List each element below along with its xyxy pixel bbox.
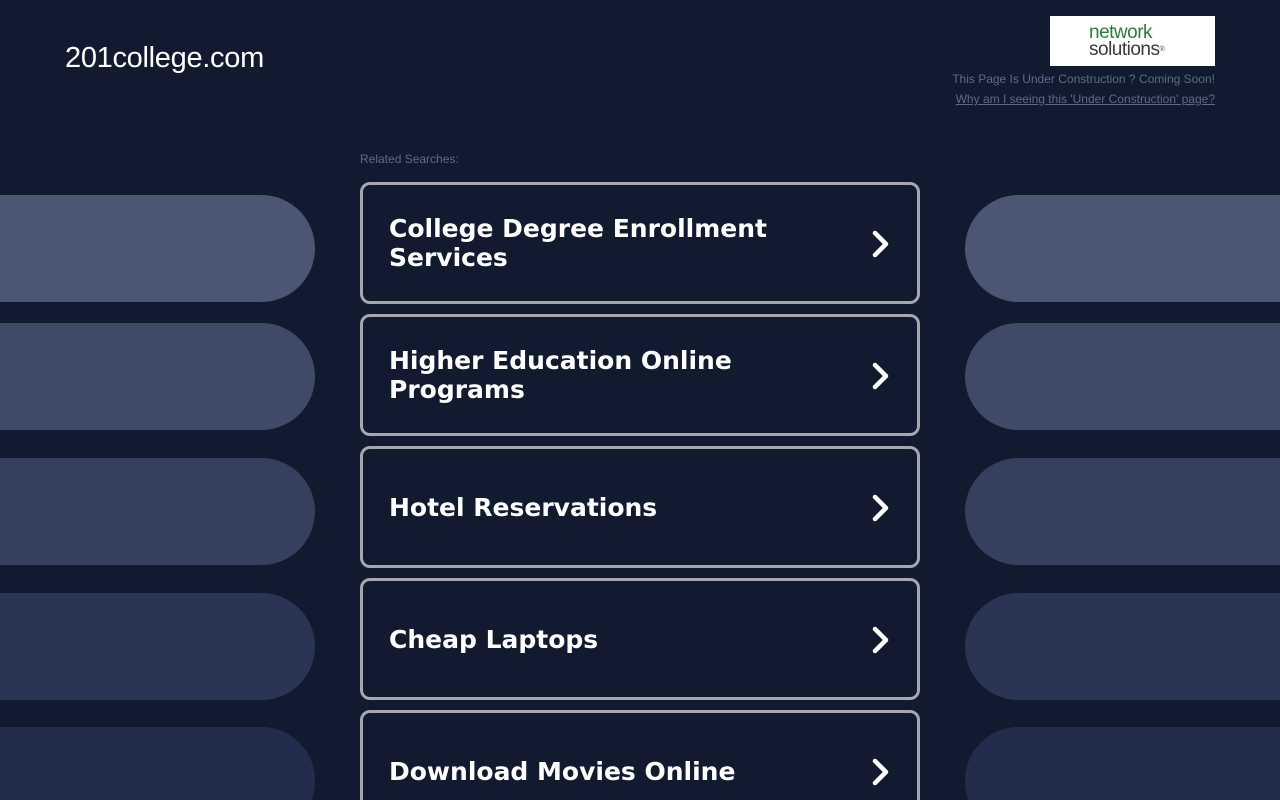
related-search-label: Hotel Reservations — [389, 492, 658, 522]
logo-text-solutions: solutions® — [1089, 39, 1165, 60]
chevron-right-icon — [872, 230, 889, 258]
decorative-pill — [965, 458, 1280, 565]
chevron-right-icon — [872, 494, 889, 522]
related-search-item[interactable]: Cheap Laptops — [360, 578, 920, 700]
site-title: 201college.com — [65, 42, 264, 74]
decorative-pill — [0, 727, 315, 800]
decorative-pill — [0, 458, 315, 565]
related-search-item[interactable]: Hotel Reservations — [360, 446, 920, 568]
related-search-label: College Degree Enrollment Services — [389, 214, 767, 272]
why-under-construction-link[interactable]: Why am I seeing this 'Under Construction… — [956, 92, 1215, 106]
related-search-item[interactable]: Download Movies Online — [360, 710, 920, 800]
network-solutions-logo[interactable]: network solutions® — [1050, 16, 1215, 66]
under-construction-text: This Page Is Under Construction ? Coming… — [952, 72, 1215, 86]
decorative-pill — [0, 323, 315, 430]
related-search-label: Higher Education Online Programs — [389, 346, 732, 404]
chevron-right-icon — [872, 758, 889, 786]
chevron-right-icon — [872, 626, 889, 654]
decorative-pill — [965, 195, 1280, 302]
parked-domain-page: 201college.com network solutions® This P… — [0, 0, 1280, 800]
decorative-pill — [965, 727, 1280, 800]
related-search-item[interactable]: Higher Education Online Programs — [360, 314, 920, 436]
chevron-right-icon — [872, 362, 889, 390]
related-search-label: Cheap Laptops — [389, 624, 599, 654]
decorative-pill — [965, 593, 1280, 700]
decorative-pill — [0, 195, 315, 302]
logo-registered-mark: ® — [1159, 46, 1165, 53]
decorative-pill — [965, 323, 1280, 430]
related-searches-label: Related Searches: — [360, 152, 459, 166]
related-search-label: Download Movies Online — [389, 756, 736, 786]
decorative-pill — [0, 593, 315, 700]
related-search-item[interactable]: College Degree Enrollment Services — [360, 182, 920, 304]
